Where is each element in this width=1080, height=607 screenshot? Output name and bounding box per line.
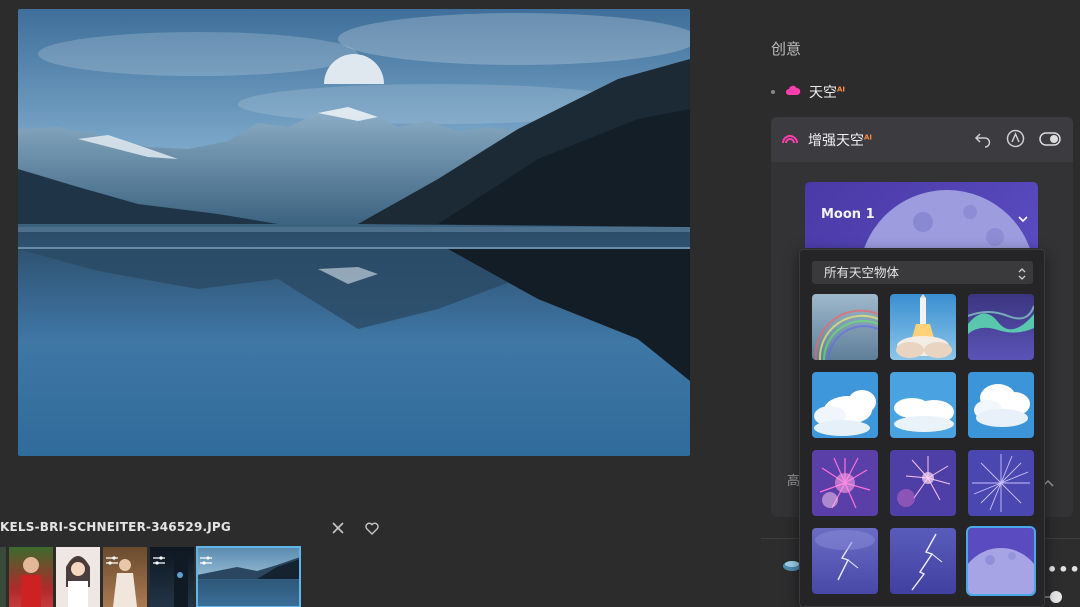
sky-preset-select[interactable]: Moon 1	[805, 182, 1038, 248]
sky-tile-clouds-3[interactable]	[968, 372, 1034, 438]
ai-badge: AI	[837, 85, 846, 94]
sky-objects-grid	[812, 294, 1036, 596]
toggle-switch[interactable]	[1039, 131, 1061, 150]
selected-sky-label: Moon 1	[821, 207, 875, 222]
card-header: 增强天空AI	[771, 117, 1073, 162]
sky-tile-clouds-2[interactable]	[890, 372, 956, 438]
sky-label: 天空AI	[809, 85, 846, 101]
thumbnail[interactable]	[9, 547, 53, 607]
rainbow-arc-icon	[781, 132, 799, 148]
sky-tile-lightning-2[interactable]	[890, 528, 956, 594]
chevron-down-icon	[1018, 208, 1028, 227]
app-window: KELS-BRI-SCHNEITER-346529.JPG 创意 天空AI 增强…	[0, 0, 1080, 607]
thumbnail-selected[interactable]	[196, 546, 301, 607]
filmstrip	[0, 546, 301, 607]
adjustments-icon	[200, 550, 212, 569]
undo-icon[interactable]	[974, 130, 992, 152]
card-header-actions	[974, 129, 1061, 152]
thumbnail[interactable]	[150, 547, 194, 607]
sky-category-select[interactable]: 所有天空物体	[812, 261, 1033, 284]
sky-tool-item[interactable]: 天空AI	[771, 82, 845, 102]
sky-category-value: 所有天空物体	[824, 265, 900, 280]
sky-tile-moon[interactable]	[966, 526, 1036, 596]
close-icon[interactable]	[327, 517, 349, 539]
file-name: KELS-BRI-SCHNEITER-346529.JPG	[0, 520, 231, 534]
thumbnail[interactable]	[56, 547, 100, 607]
updown-arrows-icon	[1018, 265, 1026, 288]
sky-objects-dropdown: 所有天空物体	[799, 249, 1045, 607]
thumbnail[interactable]	[103, 547, 147, 607]
sky-tile-fireworks-1[interactable]	[812, 450, 878, 516]
cloud-icon	[785, 84, 801, 100]
sky-tile-rainbow[interactable]	[812, 294, 878, 360]
thumbnail[interactable]	[0, 547, 6, 607]
sky-tile-fireworks-2[interactable]	[890, 450, 956, 516]
card-title: 增强天空AI	[808, 132, 873, 149]
sky-tile-clouds-1[interactable]	[812, 372, 878, 438]
adjustments-icon	[153, 550, 165, 569]
sky-tile-lightning-1[interactable]	[812, 528, 878, 594]
more-options-button[interactable]: •••	[1047, 560, 1080, 579]
ai-badge: AI	[864, 132, 873, 141]
sky-tile-fireworks-3[interactable]	[968, 450, 1034, 516]
section-title: 创意	[771, 40, 802, 58]
heart-icon[interactable]	[361, 517, 383, 539]
slider-knob[interactable]	[1050, 591, 1062, 603]
sky-tile-aurora[interactable]	[968, 294, 1034, 360]
mask-icon[interactable]	[1006, 129, 1025, 152]
main-photo[interactable]	[18, 9, 690, 456]
bullet-dot	[771, 90, 775, 94]
sky-tile-rocket[interactable]	[890, 294, 956, 360]
adjustments-icon	[106, 550, 118, 569]
